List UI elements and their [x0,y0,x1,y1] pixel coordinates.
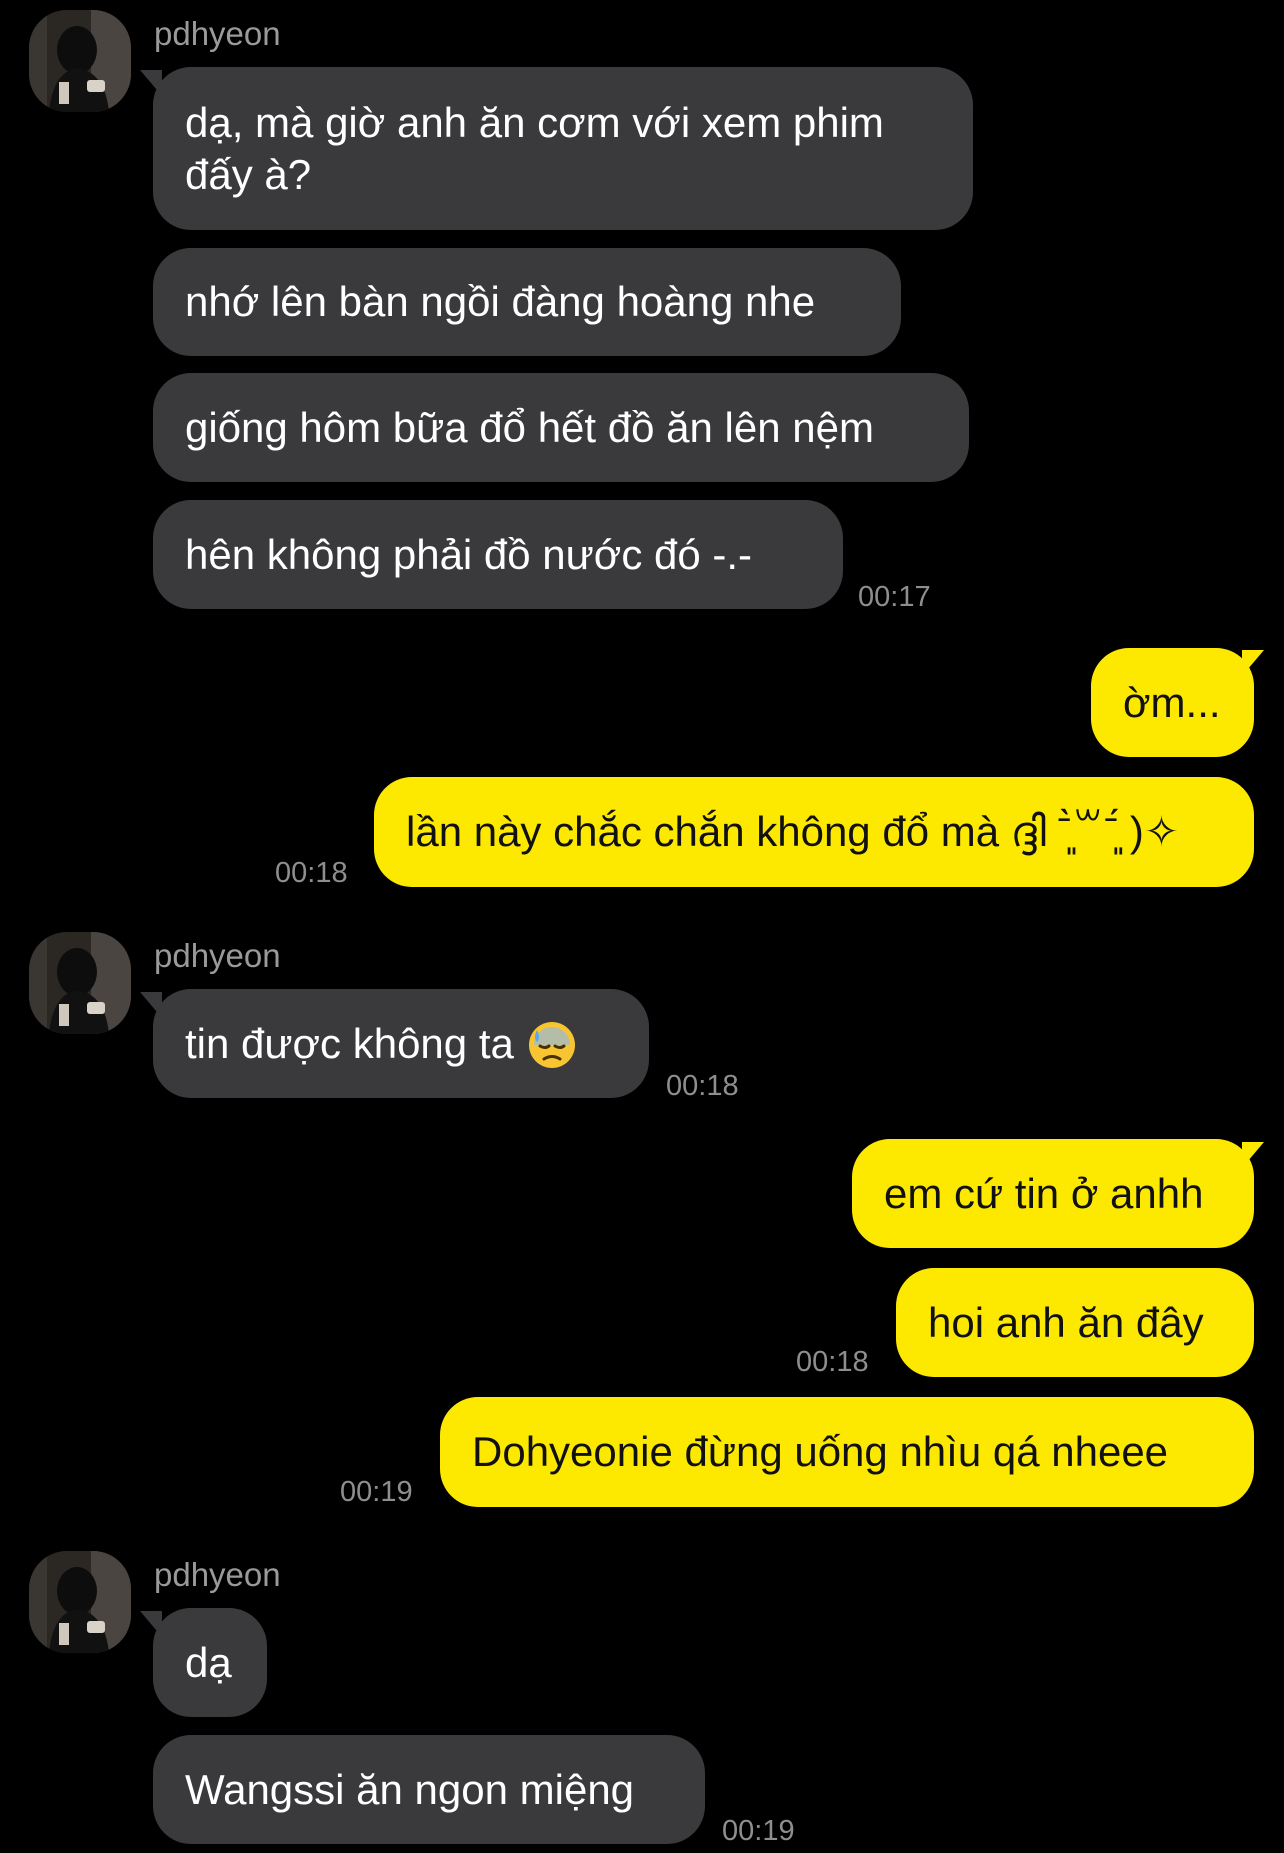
message-bubble[interactable]: nhớ lên bàn ngồi đàng hoàng nhe [153,248,901,356]
chat-screen: pdhyeon dạ, mà giờ anh ăn cơm với xem ph… [0,0,1284,1853]
message-text: hoi anh ăn đây [928,1298,1204,1346]
avatar[interactable] [29,932,131,1034]
message-bubble[interactable]: em cứ tin ở anhh [852,1139,1254,1248]
downcast-face-with-sweat-icon [528,1021,575,1068]
avatar[interactable] [29,1551,131,1653]
timestamp: 00:18 [666,1070,739,1102]
message-text: nhớ lên bàn ngồi đàng hoàng nhe [185,278,816,325]
message-bubble[interactable]: Wangssi ăn ngon miệng [153,1735,705,1844]
message-text: hên không phải đồ nước đó -.- [185,530,753,578]
sender-name: pdhyeon [154,15,281,52]
sender-name: pdhyeon [154,937,281,974]
message-bubble[interactable]: hên không phải đồ nước đó -.- [153,500,843,609]
message-bubble[interactable]: giống hôm bữa đổ hết đồ ăn lên nệm [153,373,969,482]
message-bubble[interactable]: lần này chắc chắn không đổ mà ദ്ദി ˉ͈̀꒳ˉ… [374,777,1254,887]
message-bubble[interactable]: dạ, mà giờ anh ăn cơm với xem phim đấy à… [153,67,973,230]
sender-name: pdhyeon [154,1556,281,1593]
timestamp: 00:17 [858,581,931,613]
message-text: Dohyeonie đừng uống nhìu qá nheee [472,1428,1169,1475]
message-bubble[interactable]: hoi anh ăn đây [896,1268,1254,1377]
timestamp: 00:19 [340,1476,413,1508]
message-text: đấy à? [185,150,312,198]
timestamp: 00:19 [722,1815,795,1847]
message-text: dạ [185,1638,232,1686]
message-text: dạ, mà giờ anh ăn cơm với xem phim [185,98,884,146]
message-text-content: tin được không ta [185,1019,514,1067]
timestamp: 00:18 [796,1346,869,1378]
timestamp: 00:18 [275,857,348,889]
message-bubble[interactable]: ờm... [1091,648,1254,757]
message-text: em cứ tin ở anhh [884,1169,1204,1217]
message-bubble[interactable]: dạ [153,1608,267,1717]
message-text: giống hôm bữa đổ hết đồ ăn lên nệm [185,403,874,451]
message-text: Wangssi ăn ngon miệng [185,1765,635,1813]
avatar[interactable] [29,10,131,112]
avatar-photo-icon [29,1551,131,1653]
message-text: tin được không ta [185,1018,617,1070]
message-text: ờm... [1123,678,1221,726]
message-bubble[interactable]: Dohyeonie đừng uống nhìu qá nheee [440,1397,1254,1507]
avatar-photo-icon [29,932,131,1034]
message-text: lần này chắc chắn không đổ mà ദ്ദി ˉ͈̀꒳ˉ… [406,808,1180,855]
avatar-photo-icon [29,10,131,112]
message-bubble[interactable]: tin được không ta [153,989,649,1098]
